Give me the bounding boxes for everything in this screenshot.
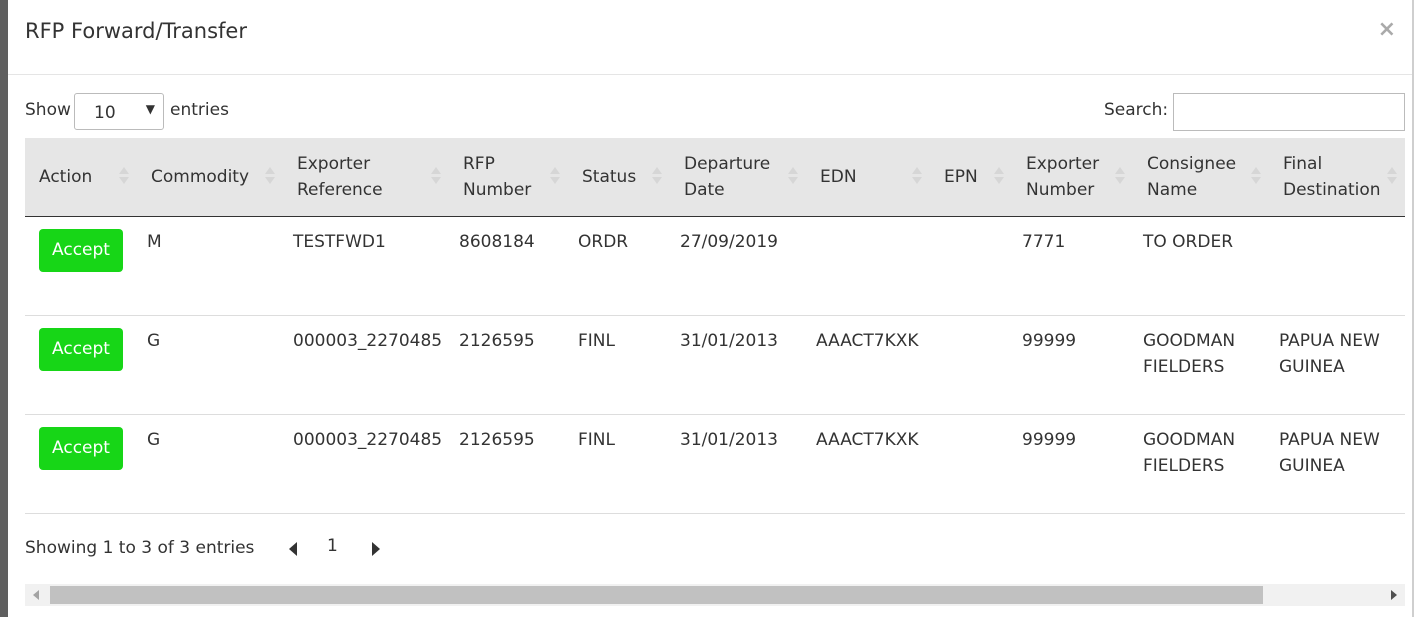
action-cell: Accept bbox=[25, 216, 137, 315]
action-cell: Accept bbox=[25, 414, 137, 513]
sort-icon bbox=[550, 167, 560, 187]
table-info: Showing 1 to 3 of 3 entries bbox=[25, 538, 255, 558]
exporter-number-cell: 99999 bbox=[1022, 330, 1077, 351]
column-header-label: Commodity bbox=[151, 166, 250, 187]
search-label: Search: bbox=[1104, 100, 1169, 120]
accept-button[interactable]: Accept bbox=[39, 327, 123, 371]
sort-icon bbox=[1251, 167, 1261, 187]
table-header-row: Action Commodity Exporter Reference RFP … bbox=[25, 138, 1405, 216]
final-destination-cell: PAPUA NEW GUINEA bbox=[1279, 330, 1380, 377]
table-footer: Showing 1 to 3 of 3 entries 1 bbox=[25, 530, 1405, 570]
column-header-label: Final Destination bbox=[1283, 153, 1381, 200]
column-header-commodity[interactable]: Commodity bbox=[137, 138, 283, 216]
edn-cell: AAACT7KXK bbox=[816, 330, 919, 351]
rfp-number-cell: 8608184 bbox=[459, 231, 535, 252]
edn-cell bbox=[806, 216, 930, 315]
sort-icon bbox=[1115, 167, 1125, 187]
page-button-current[interactable]: 1 bbox=[327, 536, 338, 556]
sort-icon bbox=[1387, 167, 1397, 187]
close-icon[interactable]: × bbox=[1378, 19, 1396, 41]
departure-date-cell: 31/01/2013 bbox=[680, 429, 778, 450]
final-destination-cell bbox=[1269, 216, 1405, 315]
commodity-cell: G bbox=[147, 330, 161, 351]
scroll-right-icon[interactable] bbox=[1391, 590, 1397, 600]
rfp-table-wrapper: Action Commodity Exporter Reference RFP … bbox=[25, 138, 1405, 514]
rfp-forward-modal: RFP Forward/Transfer × Show 10 ▼ entries… bbox=[8, 0, 1412, 617]
departure-date-cell: 31/01/2013 bbox=[680, 330, 778, 351]
sort-icon bbox=[652, 167, 662, 187]
next-page-icon[interactable] bbox=[372, 542, 380, 556]
table-row: Accept G 000003_2270485 2126595 FINL 31/… bbox=[25, 315, 1405, 414]
column-header-label: Exporter Number bbox=[1026, 153, 1100, 200]
sort-icon bbox=[912, 167, 922, 187]
action-cell: Accept bbox=[25, 315, 137, 414]
column-header-label: Exporter Reference bbox=[297, 153, 383, 200]
column-header-epn[interactable]: EPN bbox=[930, 138, 1012, 216]
column-header-departure-date[interactable]: Departure Date bbox=[670, 138, 806, 216]
entries-per-page-select[interactable]: 10 ▼ bbox=[74, 93, 164, 130]
column-header-exporter-number[interactable]: Exporter Number bbox=[1012, 138, 1133, 216]
epn-cell bbox=[930, 315, 1012, 414]
sort-icon bbox=[994, 167, 1004, 187]
rfp-table: Action Commodity Exporter Reference RFP … bbox=[25, 138, 1405, 514]
exporter-reference-cell: 000003_2270485 bbox=[293, 429, 443, 450]
rfp-number-cell: 2126595 bbox=[459, 330, 535, 351]
chevron-down-icon: ▼ bbox=[145, 102, 155, 116]
table-row: Accept M TESTFWD1 8608184 ORDR 27/09/201… bbox=[25, 216, 1405, 315]
epn-cell bbox=[930, 414, 1012, 513]
sort-icon bbox=[788, 167, 798, 187]
rfp-number-cell: 2126595 bbox=[459, 429, 535, 450]
final-destination-cell: PAPUA NEW GUINEA bbox=[1279, 429, 1380, 476]
sort-icon bbox=[431, 167, 441, 187]
modal-title: RFP Forward/Transfer bbox=[25, 19, 247, 43]
exporter-reference-cell: 000003_2270485 bbox=[293, 330, 443, 351]
consignee-name-cell: GOODMAN FIELDERS bbox=[1143, 429, 1236, 476]
status-cell: ORDR bbox=[578, 231, 629, 252]
column-header-edn[interactable]: EDN bbox=[806, 138, 930, 216]
scrollbar-thumb[interactable] bbox=[50, 586, 1263, 604]
show-label: Show bbox=[25, 100, 71, 120]
status-cell: FINL bbox=[578, 330, 615, 351]
sort-icon bbox=[265, 167, 275, 187]
column-header-label: EDN bbox=[820, 166, 857, 187]
exporter-number-cell: 99999 bbox=[1022, 429, 1077, 450]
commodity-cell: M bbox=[147, 231, 162, 252]
column-header-label: EPN bbox=[944, 166, 978, 187]
column-header-label: Action bbox=[39, 166, 93, 187]
column-header-consignee-name[interactable]: Consignee Name bbox=[1133, 138, 1269, 216]
table-controls: Show 10 ▼ entries Search: bbox=[25, 93, 1405, 131]
consignee-name-cell: TO ORDER bbox=[1143, 231, 1234, 252]
column-header-label: Departure Date bbox=[684, 153, 771, 200]
scroll-left-icon[interactable] bbox=[33, 590, 39, 600]
consignee-name-cell: GOODMAN FIELDERS bbox=[1143, 330, 1236, 377]
column-header-label: Status bbox=[582, 166, 637, 187]
accept-button[interactable]: Accept bbox=[39, 426, 123, 470]
column-header-final-destination[interactable]: Final Destination bbox=[1269, 138, 1405, 216]
previous-page-icon[interactable] bbox=[289, 542, 297, 556]
column-header-exporter-reference[interactable]: Exporter Reference bbox=[283, 138, 449, 216]
edn-cell: AAACT7KXK bbox=[816, 429, 919, 450]
search-input[interactable] bbox=[1173, 93, 1405, 131]
status-cell: FINL bbox=[578, 429, 615, 450]
column-header-action[interactable]: Action bbox=[25, 138, 137, 216]
column-header-rfp-number[interactable]: RFP Number bbox=[449, 138, 568, 216]
exporter-number-cell: 7771 bbox=[1022, 231, 1066, 252]
accept-button[interactable]: Accept bbox=[39, 228, 123, 272]
horizontal-scrollbar[interactable] bbox=[25, 584, 1405, 606]
departure-date-cell: 27/09/2019 bbox=[680, 231, 778, 252]
commodity-cell: G bbox=[147, 429, 161, 450]
column-header-label: RFP Number bbox=[463, 153, 532, 200]
exporter-reference-cell: TESTFWD1 bbox=[293, 231, 386, 252]
column-header-label: Consignee Name bbox=[1147, 153, 1237, 200]
sort-icon bbox=[119, 167, 129, 187]
table-row: Accept G 000003_2270485 2126595 FINL 31/… bbox=[25, 414, 1405, 513]
epn-cell bbox=[930, 216, 1012, 315]
entries-per-page-value: 10 bbox=[94, 103, 116, 123]
entries-label: entries bbox=[170, 100, 229, 120]
modal-header: RFP Forward/Transfer × bbox=[8, 0, 1412, 75]
column-header-status[interactable]: Status bbox=[568, 138, 670, 216]
